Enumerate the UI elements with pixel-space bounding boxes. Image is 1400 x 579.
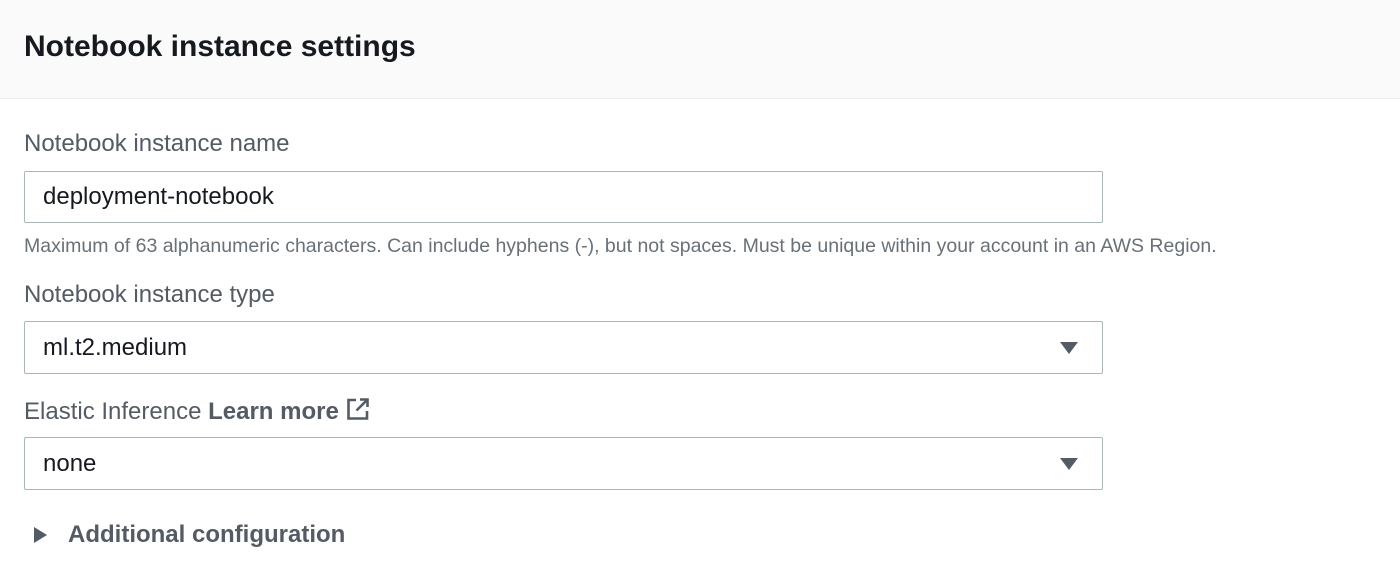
panel-header: Notebook instance settings bbox=[0, 0, 1400, 99]
caret-down-icon bbox=[1060, 458, 1078, 470]
instance-name-label: Notebook instance name bbox=[24, 130, 290, 157]
instance-type-select[interactable]: ml.t2.medium bbox=[24, 321, 1103, 374]
elastic-inference-label-row: Elastic Inference Learn more bbox=[24, 396, 371, 427]
learn-more-text: Learn more bbox=[208, 398, 339, 425]
elastic-inference-value: none bbox=[43, 450, 97, 477]
learn-more-link[interactable]: Learn more bbox=[208, 398, 371, 425]
panel-title: Notebook instance settings bbox=[24, 30, 416, 63]
notebook-settings-panel: Notebook instance settings Notebook inst… bbox=[0, 0, 1400, 579]
caret-right-icon bbox=[34, 527, 47, 543]
elastic-inference-label: Elastic Inference bbox=[24, 398, 202, 425]
instance-name-hint: Maximum of 63 alphanumeric characters. C… bbox=[24, 235, 1217, 257]
instance-type-value: ml.t2.medium bbox=[43, 334, 188, 361]
instance-name-input[interactable] bbox=[24, 171, 1103, 223]
additional-configuration-label: Additional configuration bbox=[68, 521, 346, 548]
external-link-icon bbox=[347, 398, 369, 420]
instance-type-label: Notebook instance type bbox=[24, 281, 275, 308]
caret-down-icon bbox=[1060, 342, 1078, 354]
elastic-inference-select[interactable]: none bbox=[24, 437, 1103, 490]
